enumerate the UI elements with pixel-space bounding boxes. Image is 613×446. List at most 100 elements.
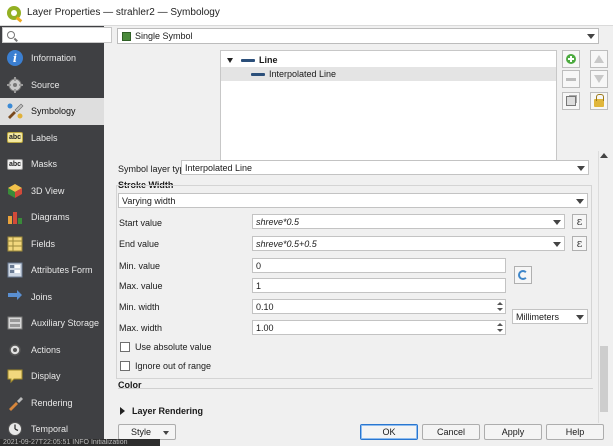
scroll-up-icon[interactable] [600, 153, 608, 158]
sidebar-item-information[interactable]: i Information [0, 45, 104, 72]
stroke-width-mode-value: Varying width [122, 195, 176, 206]
symbol-layer-type-label: Symbol layer type [118, 164, 190, 174]
sidebar-item-label: Symbology [31, 106, 76, 117]
sidebar-item-label: Display [31, 371, 61, 382]
chevron-down-icon [576, 199, 584, 204]
plus-icon [566, 54, 576, 64]
fields-icon [6, 235, 24, 253]
sidebar-item-attributes-form[interactable]: Attributes Form [0, 257, 104, 284]
start-value-text: shreve*0.5 [256, 216, 300, 227]
move-up-button[interactable] [590, 50, 608, 68]
checkbox-label: Use absolute value [135, 342, 212, 352]
sidebar-item-actions[interactable]: Actions [0, 337, 104, 364]
start-value-label: Start value [119, 218, 163, 228]
width-unit-value: Millimeters [516, 311, 560, 322]
expression-icon: ε [576, 237, 583, 250]
layer-rendering-title: Layer Rendering [132, 406, 204, 416]
max-value-label: Max. value [119, 281, 163, 291]
renderer-select[interactable]: Single Symbol [117, 28, 599, 44]
end-value-expression-button[interactable]: ε [572, 236, 587, 251]
chevron-down-icon [553, 242, 561, 247]
window-title: Layer Properties — strahler2 — Symbology [27, 7, 220, 18]
scrollbar-thumb[interactable] [600, 346, 608, 412]
remove-symbol-layer-button[interactable] [562, 70, 580, 88]
sidebar-item-label: Labels [31, 132, 58, 143]
info-icon: i [6, 49, 24, 67]
sidebar-item-label: Actions [31, 344, 61, 355]
help-button[interactable]: Help [546, 424, 604, 440]
spin-arrows-icon[interactable] [496, 300, 504, 313]
max-width-spinbox[interactable]: 1.00 [252, 320, 506, 335]
min-width-spinbox[interactable]: 0.10 [252, 299, 506, 314]
sidebar-item-masks[interactable]: abc Masks [0, 151, 104, 178]
chevron-down-icon [577, 166, 585, 171]
sidebar-item-rendering[interactable]: Rendering [0, 390, 104, 417]
move-down-button[interactable] [590, 70, 608, 88]
tree-item-label: Line [259, 55, 278, 65]
actions-icon [6, 341, 24, 359]
min-value-label: Min. value [119, 261, 161, 271]
tree-item-line[interactable]: Line [221, 53, 556, 67]
line-symbol-icon [241, 58, 255, 62]
ok-button[interactable]: OK [360, 424, 418, 440]
expand-arrow-icon[interactable] [120, 407, 125, 415]
use-absolute-value-checkbox[interactable]: Use absolute value [120, 342, 212, 352]
apply-button[interactable]: Apply [484, 424, 542, 440]
start-value-expression-button[interactable]: ε [572, 214, 587, 229]
symbol-layer-tree: Line Interpolated Line [220, 50, 557, 175]
refresh-icon [518, 270, 528, 280]
tree-item-interpolated-line[interactable]: Interpolated Line [221, 67, 556, 81]
title-bar: Layer Properties — strahler2 — Symbology [0, 0, 613, 26]
sidebar-item-symbology[interactable]: Symbology [0, 98, 104, 125]
sidebar-item-label: Temporal [31, 424, 69, 435]
cancel-button[interactable]: Cancel [422, 424, 480, 440]
min-width-label: Min. width [119, 302, 160, 312]
stroke-width-mode-select[interactable]: Varying width [118, 193, 588, 208]
start-value-input[interactable]: shreve*0.5 [252, 214, 565, 229]
apply-button-label: Apply [501, 427, 525, 437]
color-section-divider [118, 388, 593, 394]
checkbox-box[interactable] [120, 361, 130, 371]
expand-arrow-icon[interactable] [227, 57, 233, 63]
sidebar-item-fields[interactable]: Fields [0, 231, 104, 258]
spin-arrows-icon[interactable] [496, 321, 504, 334]
end-value-text: shreve*0.5+0.5 [256, 238, 317, 249]
layer-rendering-toggle[interactable]: Layer Rendering [120, 406, 203, 416]
sidebar-item-auxiliary-storage[interactable]: Auxiliary Storage [0, 310, 104, 337]
diagrams-icon [6, 208, 24, 226]
sidebar-item-labels[interactable]: abc Labels [0, 125, 104, 152]
sidebar-item-label: Joins [31, 291, 53, 302]
search-icon [7, 31, 15, 39]
sidebar-item-display[interactable]: Display [0, 363, 104, 390]
sidebar-item-diagrams[interactable]: Diagrams [0, 204, 104, 231]
interpolated-line-icon [251, 72, 265, 76]
sidebar-search-input[interactable] [2, 27, 112, 43]
load-min-max-button[interactable] [514, 266, 532, 284]
symbology-icon [6, 102, 24, 120]
duplicate-icon [566, 96, 576, 106]
checkbox-box[interactable] [120, 342, 130, 352]
symbol-layer-type-select[interactable]: Interpolated Line [181, 160, 589, 175]
checkbox-label: Ignore out of range [135, 361, 212, 371]
3d-view-icon [6, 182, 24, 200]
sidebar-item-label: Auxiliary Storage [31, 318, 100, 329]
lock-color-button[interactable] [590, 92, 608, 110]
min-value-input[interactable]: 0 [252, 258, 506, 273]
sidebar-item-label: 3D View [31, 185, 65, 196]
max-value-input[interactable]: 1 [252, 278, 506, 293]
sidebar-item-source[interactable]: Source [0, 72, 104, 99]
sidebar-item-3d-view[interactable]: 3D View [0, 178, 104, 205]
ignore-out-of-range-checkbox[interactable]: Ignore out of range [120, 361, 211, 371]
sidebar-item-label: Masks [31, 159, 58, 170]
max-width-text: 1.00 [256, 322, 274, 333]
help-button-label: Help [565, 427, 585, 437]
duplicate-layer-button[interactable] [562, 92, 580, 110]
end-value-input[interactable]: shreve*0.5+0.5 [252, 236, 565, 251]
lock-icon [594, 93, 604, 107]
style-button[interactable]: Style [118, 424, 176, 440]
status-bar-text: 2021-09-27T22:05:51 INFO Initialization [0, 439, 160, 446]
sidebar-item-joins[interactable]: Joins [0, 284, 104, 311]
add-symbol-layer-button[interactable] [562, 50, 580, 68]
width-unit-select[interactable]: Millimeters [512, 309, 588, 324]
min-width-text: 0.10 [256, 301, 274, 312]
